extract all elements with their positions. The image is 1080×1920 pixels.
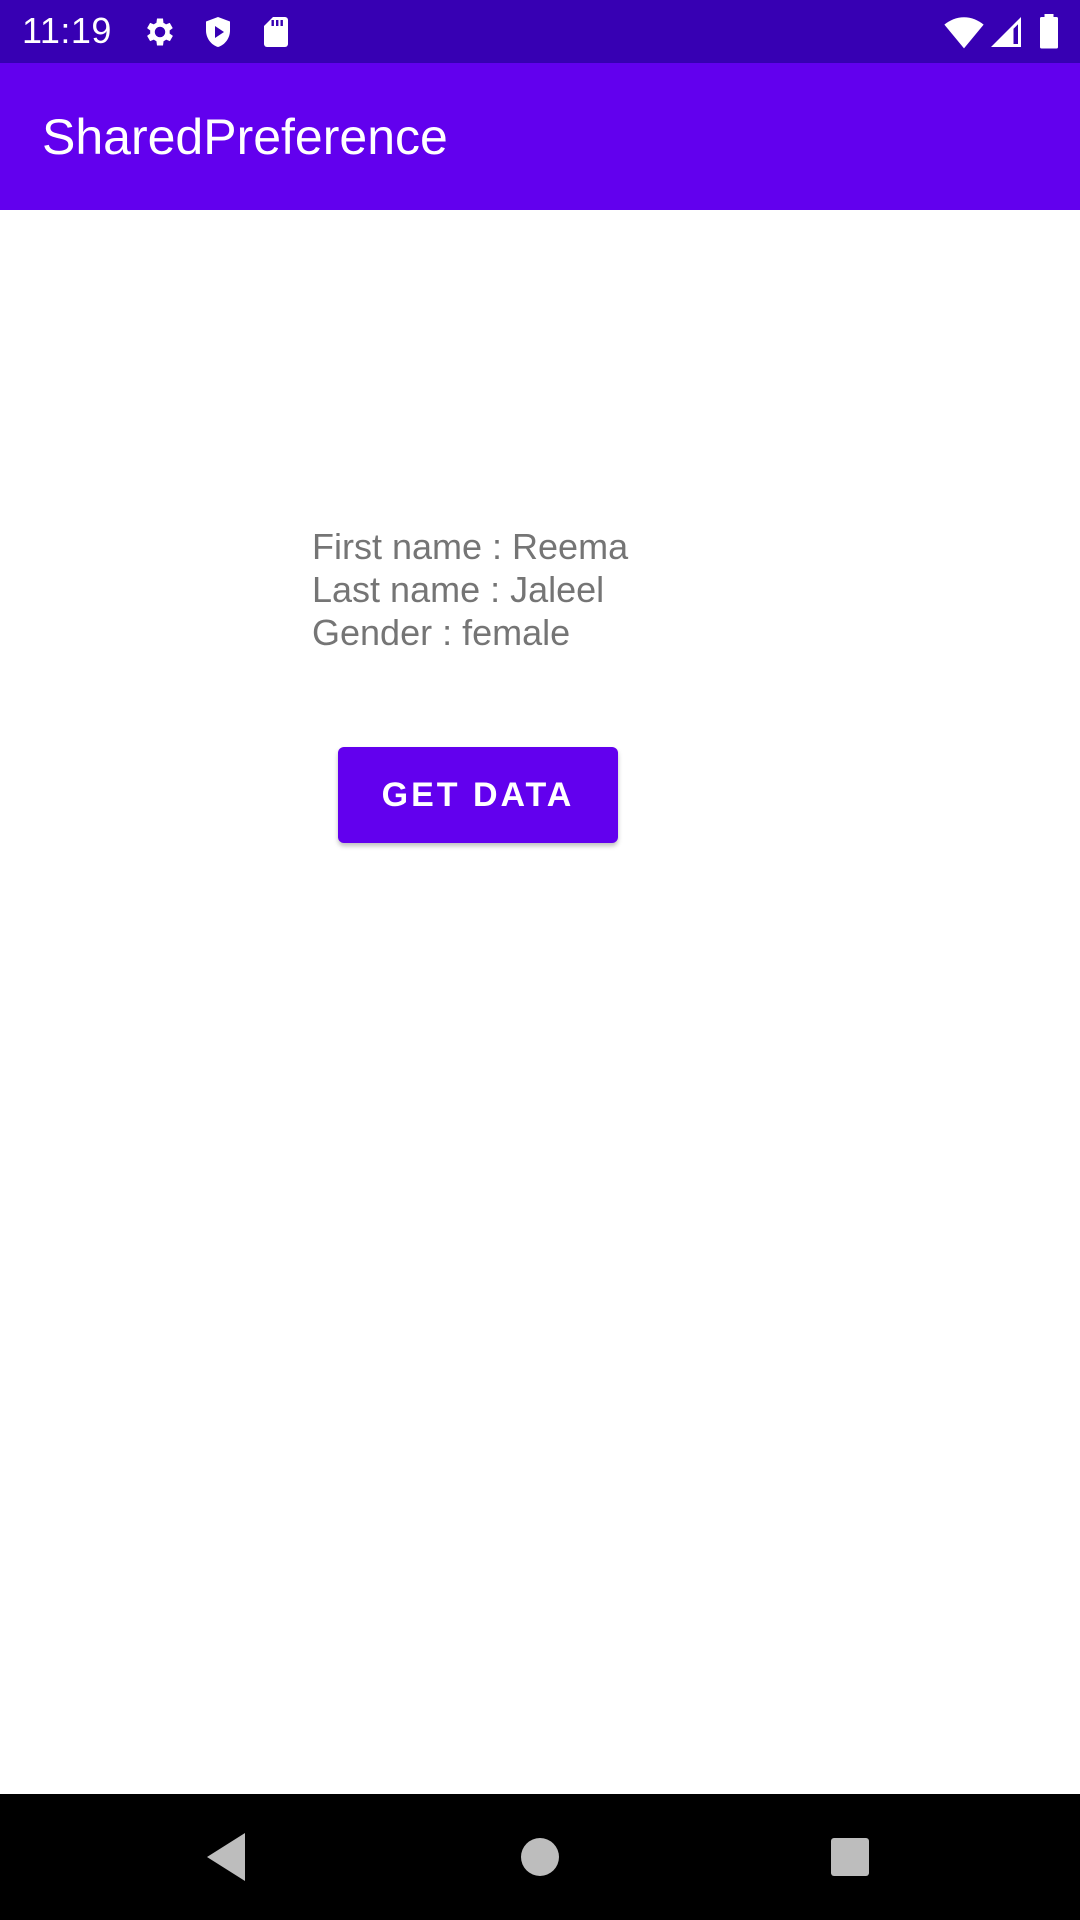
wifi-icon (944, 14, 984, 50)
back-icon[interactable] (190, 1821, 262, 1893)
first-name-text: First name : Reema (312, 526, 629, 567)
home-icon[interactable] (504, 1821, 576, 1893)
settings-gear-icon (142, 14, 178, 50)
status-time: 11:19 (22, 10, 112, 51)
battery-icon (1034, 14, 1064, 50)
status-bar: 11:19 (0, 0, 1080, 63)
cell-signal-icon (988, 14, 1024, 50)
last-name-text: Last name : Jaleel (312, 569, 605, 610)
app-title: SharedPreference (42, 109, 448, 165)
shield-icon (200, 14, 236, 50)
sd-card-icon (258, 14, 294, 50)
navigation-bar (0, 1794, 1080, 1920)
get-data-button[interactable]: GET DATA (338, 747, 618, 843)
recents-icon[interactable] (814, 1821, 886, 1893)
app-bar: SharedPreference (0, 63, 1080, 210)
gender-text: Gender : female (312, 612, 571, 653)
profile-info: First name : Reema Last name : Jaleel Ge… (312, 525, 628, 654)
main-content: First name : Reema Last name : Jaleel Ge… (0, 210, 1080, 1794)
